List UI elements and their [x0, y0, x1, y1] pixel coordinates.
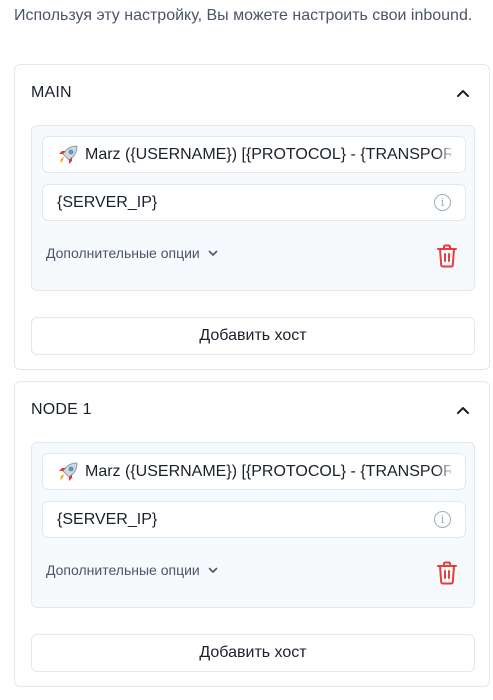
host-section-node-1: NODE 1 Marz ({USERNAME}) [{PROTOCOL} - {… [14, 381, 490, 687]
host-section-main: MAIN Marz ({USERNAME}) [{PROTOCOL} - {TR… [14, 64, 490, 370]
field-fade [435, 454, 465, 489]
trash-icon[interactable] [436, 244, 458, 268]
chevron-down-icon [208, 567, 218, 574]
chevron-down-icon [208, 250, 218, 257]
chevron-up-icon[interactable] [453, 400, 473, 420]
chevron-up-icon[interactable] [453, 83, 473, 103]
remark-field[interactable]: Marz ({USERNAME}) [{PROTOCOL} - {TRANSPO… [42, 453, 466, 490]
remark-field[interactable]: Marz ({USERNAME}) [{PROTOCOL} - {TRANSPO… [42, 136, 466, 173]
add-host-button[interactable]: Добавить хост [31, 317, 475, 355]
advanced-options-label: Дополнительные опции [46, 562, 200, 578]
info-icon[interactable]: i [434, 194, 451, 211]
section-header-main[interactable]: MAIN [31, 65, 473, 121]
address-value: {SERVER_IP} [57, 510, 158, 528]
host-card: Marz ({USERNAME}) [{PROTOCOL} - {TRANSPO… [31, 125, 475, 291]
remark-value: Marz ({USERNAME}) [{PROTOCOL} - {TRANSPO… [85, 462, 451, 480]
section-title: MAIN [31, 84, 72, 101]
info-icon[interactable]: i [434, 511, 451, 528]
add-host-button[interactable]: Добавить хост [31, 634, 475, 672]
field-fade [435, 137, 465, 172]
address-value: {SERVER_IP} [57, 193, 158, 211]
section-header-node-1[interactable]: NODE 1 [31, 382, 473, 438]
advanced-options-label: Дополнительные опции [46, 245, 200, 261]
remark-value: Marz ({USERNAME}) [{PROTOCOL} - {TRANSPO… [85, 145, 451, 163]
intro-text: Используя эту настройку, Вы можете настр… [14, 7, 473, 24]
host-card: Marz ({USERNAME}) [{PROTOCOL} - {TRANSPO… [31, 442, 475, 608]
trash-icon[interactable] [436, 561, 458, 585]
advanced-options-toggle[interactable]: Дополнительные опции [46, 562, 218, 578]
address-field[interactable]: {SERVER_IP} i [42, 501, 466, 538]
section-title: NODE 1 [31, 401, 92, 418]
rocket-icon [57, 144, 79, 166]
advanced-options-toggle[interactable]: Дополнительные опции [46, 245, 218, 261]
address-field[interactable]: {SERVER_IP} i [42, 184, 466, 221]
rocket-icon [57, 461, 79, 483]
